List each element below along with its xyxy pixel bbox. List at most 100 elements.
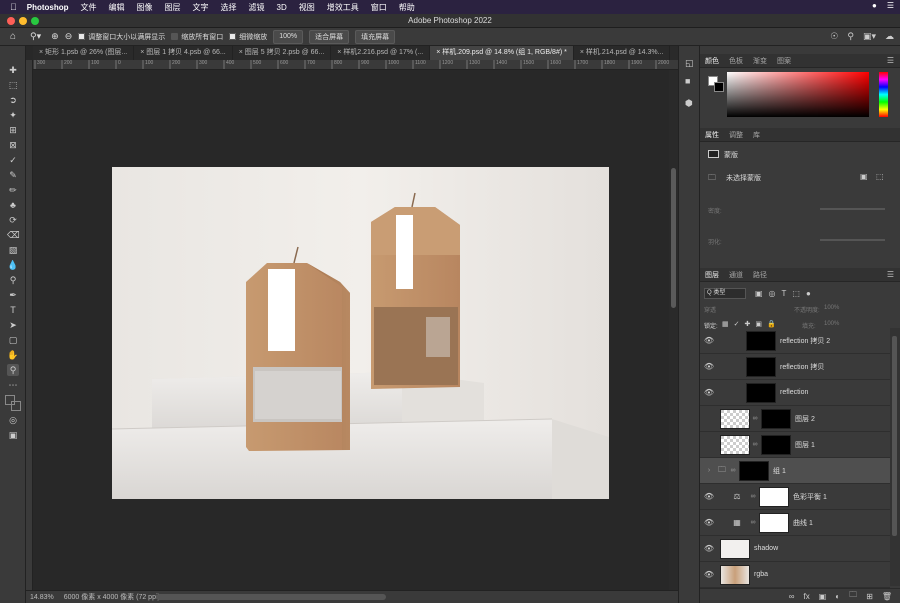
menu-view[interactable]: 视图	[299, 2, 315, 13]
doc-tab[interactable]: × 样机2.216.psd @ 17% (...	[331, 46, 431, 60]
layer-filter-icons[interactable]: ▣◎T⬚●	[755, 289, 817, 298]
zoom-all-checkbox[interactable]: 缩放所有窗口	[171, 30, 223, 44]
search-icon[interactable]: ⚲	[847, 31, 854, 42]
tab-gradients[interactable]: 渐变	[748, 56, 772, 66]
layer-name[interactable]: 曲线 1	[793, 518, 813, 528]
crop-tool-icon[interactable]: ⊞	[7, 124, 19, 136]
tab-channels[interactable]: 通道	[724, 270, 748, 280]
layer-name[interactable]: reflection 拷贝 2	[780, 336, 830, 346]
zoom-in-icon[interactable]: ⊕	[51, 30, 59, 44]
document-canvas[interactable]	[112, 167, 609, 499]
menu-select[interactable]: 选择	[221, 2, 237, 13]
control-center-icon[interactable]: ☰	[887, 1, 894, 10]
eye-icon[interactable]: 👁	[700, 362, 718, 371]
layer-row[interactable]: 👁 reflection 拷贝	[700, 354, 890, 380]
tab-adjustments[interactable]: 调整	[724, 130, 748, 140]
layer-name[interactable]: 色彩平衡 1	[793, 492, 827, 502]
layer-name[interactable]: reflection 拷贝	[780, 362, 824, 372]
cloud-icon[interactable]: ☁	[885, 31, 894, 42]
dodge-tool-icon[interactable]: ⚲	[7, 274, 19, 286]
layer-row[interactable]: 👁 reflection	[700, 380, 890, 406]
feather-slider[interactable]	[820, 239, 885, 241]
quick-select-tool-icon[interactable]: ✦	[7, 109, 19, 121]
link-icon[interactable]: ∞	[730, 467, 736, 474]
type-tool-icon[interactable]: T	[7, 304, 19, 316]
tab-color[interactable]: 颜色	[700, 56, 724, 66]
healing-brush-tool-icon[interactable]: ✎	[7, 169, 19, 181]
layer-row[interactable]: 👁 shadow	[700, 536, 890, 562]
layer-row[interactable]: 👁 ⚖ ∞ 色彩平衡 1	[700, 484, 890, 510]
link-icon[interactable]: ∞	[752, 415, 758, 422]
layer-mask-thumbnail[interactable]	[739, 460, 769, 481]
doc-tab[interactable]: × 样机.214.psd @ 14.3%...	[574, 46, 671, 60]
status-zoom[interactable]: 14.83%	[30, 594, 54, 601]
vector-mask-icon[interactable]: ⬚	[876, 172, 884, 181]
eye-icon[interactable]: 👁	[700, 544, 718, 553]
layer-name[interactable]: rgba	[754, 571, 768, 578]
layers-scroll-thumb[interactable]	[892, 336, 897, 536]
share-icon[interactable]: ☉	[830, 31, 838, 42]
frame-tool-icon[interactable]: ⊠	[7, 139, 19, 151]
gradient-tool-icon[interactable]: ▧	[7, 244, 19, 256]
fit-screen-button[interactable]: 适合屏幕	[309, 29, 350, 44]
blur-tool-icon[interactable]: 💧	[7, 259, 19, 271]
background-color-swatch[interactable]	[11, 401, 21, 411]
quick-mask-icon[interactable]: ◎	[7, 414, 19, 426]
menu-file[interactable]: 文件	[81, 2, 97, 13]
zoom-100-button[interactable]: 100%	[273, 29, 304, 44]
app-menu[interactable]: Photoshop	[27, 3, 69, 12]
layer-mask-thumbnail[interactable]	[761, 434, 791, 455]
trash-icon[interactable]: 🗑	[882, 592, 892, 601]
menu-layer[interactable]: 图层	[165, 2, 181, 13]
eye-icon[interactable]: 👁	[700, 518, 718, 527]
eye-icon[interactable]: 👁	[700, 388, 718, 397]
density-slider[interactable]	[820, 208, 885, 210]
layer-mask-thumbnail[interactable]	[759, 486, 789, 507]
pen-tool-icon[interactable]: ✒	[7, 289, 19, 301]
pixel-mask-icon[interactable]: ▣	[860, 172, 868, 181]
layer-name[interactable]: shadow	[754, 545, 778, 552]
notification-icon[interactable]: ●	[872, 1, 877, 10]
path-select-tool-icon[interactable]: ➤	[7, 319, 19, 331]
layer-name[interactable]: 图层 1	[795, 440, 815, 450]
color-field[interactable]	[727, 72, 869, 117]
layer-filter-select[interactable]: Q 类型	[704, 288, 746, 299]
layer-row-selected[interactable]: › 🗀 ∞ 组 1	[700, 458, 890, 484]
history-brush-tool-icon[interactable]: ⟳	[7, 214, 19, 226]
fx-icon[interactable]: fx	[804, 592, 810, 601]
vertical-scroll-thumb[interactable]	[671, 168, 676, 308]
menu-edit[interactable]: 编辑	[109, 2, 125, 13]
workspace-icon[interactable]: ▣▾	[863, 31, 876, 42]
layer-row[interactable]: ∞ 图层 2	[700, 406, 890, 432]
doc-tab-active[interactable]: × 样机.209.psd @ 14.8% (组 1, RGB/8#) *	[430, 46, 574, 60]
layer-row[interactable]: ∞ 图层 1	[700, 432, 890, 458]
home-icon[interactable]: ⌂	[10, 30, 16, 44]
fill-screen-button[interactable]: 填充屏幕	[355, 29, 396, 44]
doc-tab[interactable]: × 图层 1 拷贝 4.psb @ 66...	[134, 46, 233, 60]
brush-tool-icon[interactable]: ✏	[7, 184, 19, 196]
resize-windows-checkbox[interactable]: 调整窗口大小以满屏显示	[78, 30, 165, 44]
vertical-scrollbar[interactable]	[669, 70, 678, 590]
rectangle-tool-icon[interactable]: ▢	[7, 334, 19, 346]
layer-row[interactable]: 👁 ▦ ∞ 曲线 1	[700, 510, 890, 536]
3d-panel-icon[interactable]: ⬢	[685, 98, 693, 109]
layers-menu-icon[interactable]: ☰	[887, 270, 894, 279]
menu-image[interactable]: 图像	[137, 2, 153, 13]
menu-filter[interactable]: 滤镜	[249, 2, 265, 13]
expand-arrow-icon[interactable]: ›	[700, 467, 718, 474]
layer-mask-thumbnail[interactable]	[761, 408, 791, 429]
opacity-value[interactable]: 100%	[824, 305, 839, 311]
link-layers-icon[interactable]: ∞	[789, 592, 795, 601]
eye-icon[interactable]: 👁	[700, 492, 718, 501]
lock-icons[interactable]: ▦✓✚▣🔒	[722, 320, 781, 328]
clone-stamp-tool-icon[interactable]: ♣	[7, 199, 19, 211]
layer-row[interactable]: 👁 rgba	[700, 562, 890, 588]
blend-mode-select[interactable]: 穿透	[704, 305, 716, 314]
eye-icon[interactable]: 👁	[700, 336, 718, 345]
tab-patterns[interactable]: 图案	[772, 56, 796, 66]
tab-paths[interactable]: 路径	[748, 270, 772, 280]
fill-value[interactable]: 100%	[824, 321, 839, 327]
zoom-tool-preset-icon[interactable]: ⚲▾	[30, 30, 41, 44]
tab-swatches[interactable]: 色板	[724, 56, 748, 66]
new-layer-icon[interactable]: ⊞	[866, 592, 873, 601]
